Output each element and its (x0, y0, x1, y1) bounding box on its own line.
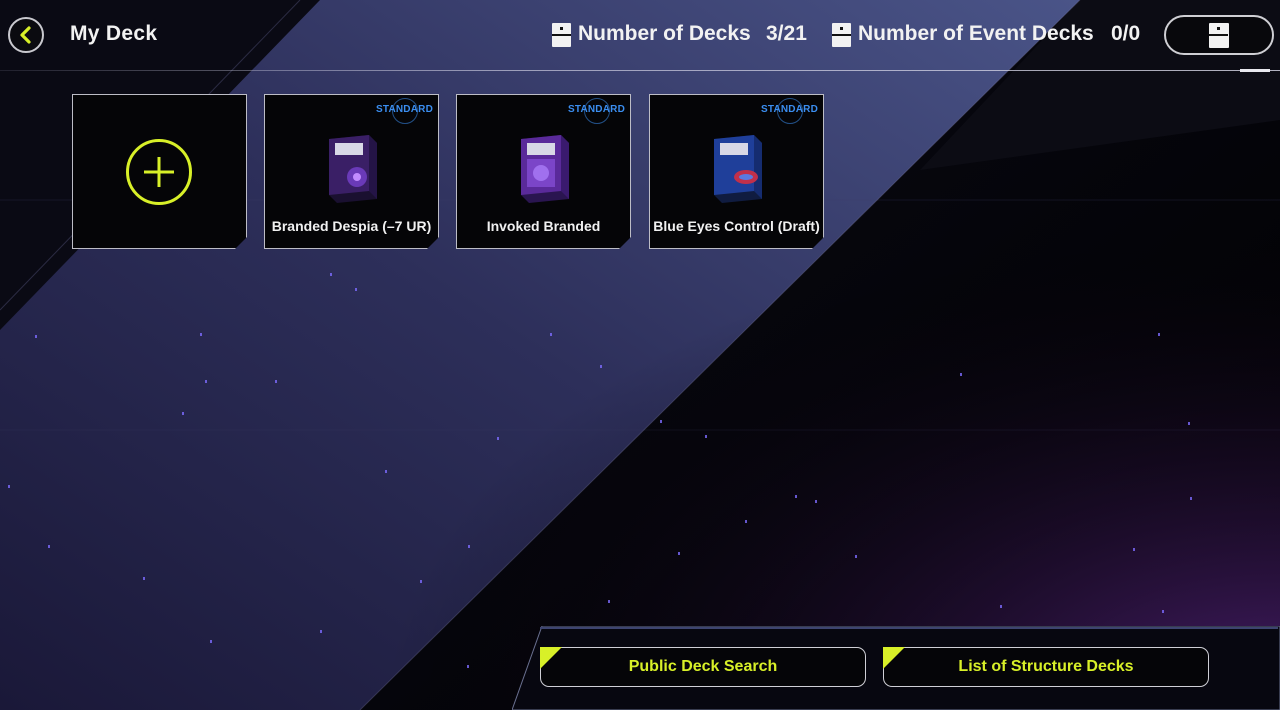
deck-tile[interactable]: STANDARD Invoked Branded (456, 94, 631, 249)
structure-decks-label: List of Structure Decks (958, 658, 1134, 675)
header-divider (0, 70, 1280, 71)
page-title: My Deck (70, 22, 158, 45)
format-badge: STANDARD (761, 104, 818, 115)
deck-screen: My Deck Number of Decks 3/21 Number of E… (0, 0, 1280, 710)
deck-name: Branded Despia (–7 UR) (271, 218, 432, 234)
public-deck-search-label: Public Deck Search (628, 658, 778, 675)
deck-box-icon (1209, 23, 1229, 48)
chevron-left-icon (20, 26, 31, 44)
deck-tile[interactable]: STANDARD Blue Eyes Control (Draft) (649, 94, 824, 249)
scroll-indicator (1240, 69, 1270, 72)
deck-box-icon (708, 133, 768, 203)
deck-box-icon (832, 23, 851, 47)
deck-name: Invoked Branded (486, 218, 601, 234)
deck-box-icon (515, 133, 575, 203)
event-deck-count-value: 0/0 (1111, 22, 1141, 45)
structure-decks-button[interactable]: List of Structure Decks (883, 647, 1209, 687)
deck-name: Blue Eyes Control (Draft) (653, 218, 820, 234)
format-badge: STANDARD (568, 104, 625, 115)
deck-box-button[interactable] (1164, 15, 1274, 55)
public-deck-search-button[interactable]: Public Deck Search (540, 647, 866, 687)
add-deck-tile[interactable] (72, 94, 247, 249)
deck-count-value: 3/21 (766, 22, 807, 45)
event-deck-count-label: Number of Event Decks (858, 22, 1094, 45)
deck-count-label: Number of Decks (578, 22, 751, 45)
header-bar: My Deck Number of Decks 3/21 Number of E… (0, 0, 1280, 70)
deck-tile[interactable]: STANDARD Branded Despia (–7 UR) (264, 94, 439, 249)
back-button[interactable] (8, 17, 44, 53)
deck-box-icon (552, 23, 571, 47)
format-badge: STANDARD (376, 104, 433, 115)
deck-box-icon (323, 133, 383, 203)
plus-icon (126, 139, 192, 205)
